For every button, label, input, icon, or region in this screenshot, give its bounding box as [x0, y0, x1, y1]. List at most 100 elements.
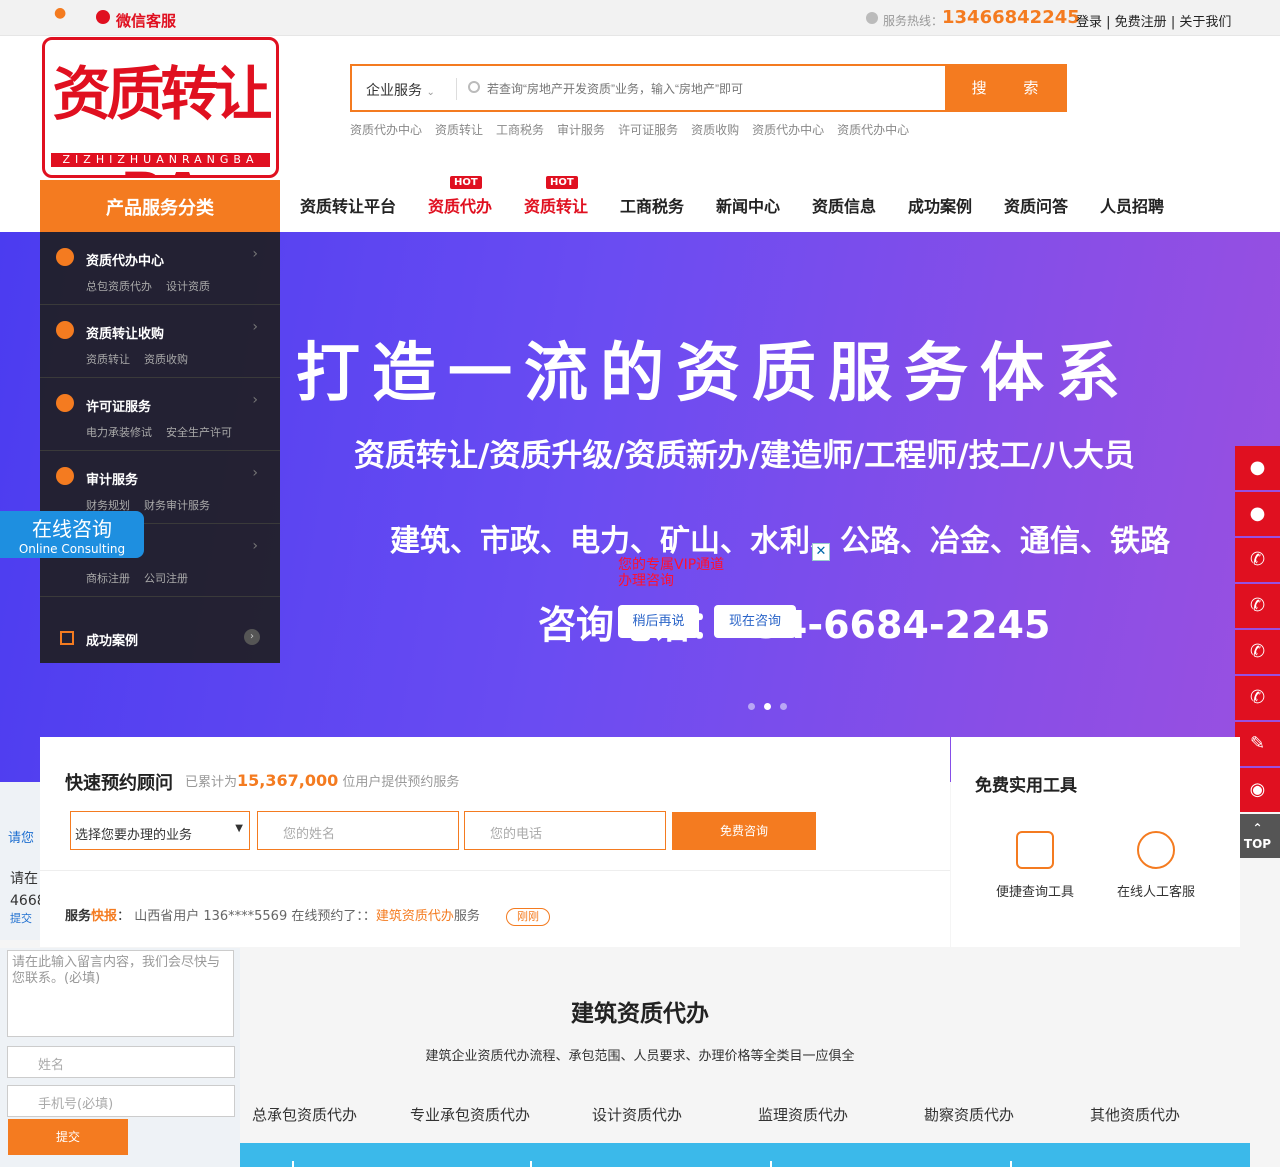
qq-icon[interactable]: ●	[1235, 446, 1280, 490]
hotword-link[interactable]: 资质代办中心	[837, 123, 909, 137]
tools-title: 免费实用工具	[975, 776, 1077, 796]
carousel-dot[interactable]	[780, 703, 787, 710]
site-logo[interactable]: 资质转让BA ZIZHIZHUANRANGBA	[42, 37, 279, 178]
banner-services: 资质转让/资质升级/资质新办/建造师/工程师/技工/八大员	[354, 438, 1135, 474]
phone-icon[interactable]: ✆	[1235, 584, 1280, 628]
search-button[interactable]: 搜 索	[945, 64, 1067, 112]
tab-general-contracting[interactable]: 总承包资质代办	[252, 1104, 357, 1125]
search-bar: 企业服务 ⌄ 搜 索	[350, 64, 1067, 112]
free-consult-button[interactable]: 免费咨询	[672, 812, 816, 850]
search-category-select[interactable]: 企业服务 ⌄	[366, 80, 435, 100]
search-icon	[468, 81, 480, 93]
customer-service-tool[interactable]: 在线人工客服	[1106, 831, 1206, 900]
nav-item[interactable]: HOT 资质转让	[524, 176, 588, 217]
submit-button[interactable]: 提交	[8, 1119, 128, 1155]
category-sub-link[interactable]: 公司注册	[144, 572, 188, 585]
register-link[interactable]: 免费注册	[1115, 15, 1167, 30]
widget-text: 请您	[8, 831, 35, 846]
category-item[interactable]: 资质转让收购 › 资质转让 资质收购	[40, 305, 280, 378]
wechat-service-link[interactable]: 微信客服	[116, 10, 176, 31]
nav-item[interactable]: 资质转让平台	[300, 193, 396, 217]
hotword-link[interactable]: 资质代办中心	[752, 123, 824, 137]
nav-item[interactable]: 成功案例	[908, 193, 972, 217]
audit-icon	[56, 467, 74, 485]
service-news-ticker: 服务快报： 山西省用户 136****5569 在线预约了：：建筑资质代办服务 …	[65, 905, 551, 926]
carousel-dots	[748, 699, 796, 714]
tab-survey[interactable]: 勘察资质代办	[924, 1104, 1014, 1125]
hotword-link[interactable]: 资质转让	[435, 123, 483, 137]
category-sub-link[interactable]: 设计资质	[166, 280, 210, 293]
phone-icon	[866, 12, 878, 24]
hotword-link[interactable]: 许可证服务	[618, 123, 678, 137]
agent-icon	[1137, 831, 1175, 869]
divider	[456, 78, 457, 100]
form-icon[interactable]: ✎	[1235, 722, 1280, 766]
phone-icon[interactable]: ✆	[1235, 630, 1280, 674]
search-input[interactable]	[487, 74, 937, 104]
category-sub-link[interactable]: 总包资质代办	[86, 280, 152, 293]
top-bar: ● 微信客服 服务热线： 13466842245 登录 | 免费注册 | 关于我…	[0, 0, 1280, 36]
widget-submit-link[interactable]: 提交	[10, 910, 32, 926]
query-tool[interactable]: 便捷查询工具	[985, 831, 1085, 900]
category-header: 产品服务分类	[40, 180, 280, 232]
location-icon[interactable]: ●	[54, 5, 66, 21]
about-link[interactable]: 关于我们	[1179, 15, 1231, 30]
booking-subtitle: 已累计为15,367,000 位用户提供预约服务	[185, 771, 460, 790]
banner-headline: 打造一流的资质服务体系	[296, 337, 1132, 411]
hotword-link[interactable]: 工商税务	[496, 123, 544, 137]
chevron-up-icon: ⌃	[1252, 821, 1263, 835]
category-sub-link[interactable]: 电力承装修试	[86, 426, 152, 439]
transfer-icon	[56, 321, 74, 339]
back-to-top-button[interactable]: ⌃ TOP	[1235, 814, 1280, 858]
tab-other[interactable]: 其他资质代办	[1090, 1104, 1180, 1125]
category-sub-link[interactable]: 安全生产许可	[166, 426, 232, 439]
success-cases-item[interactable]: 成功案例 ›	[40, 610, 280, 663]
phone-icon[interactable]: ✆	[1235, 538, 1280, 582]
chevron-right-icon: ›	[252, 538, 258, 554]
vip-popup-text: 您的专属VIP通道 办理咨询	[618, 557, 725, 589]
message-textarea[interactable]: 请在此输入留言内容，我们会尽快与您联系。(必填)	[7, 950, 234, 1037]
category-sub-link[interactable]: 资质收购	[144, 353, 188, 366]
nav-item[interactable]: 资质信息	[812, 193, 876, 217]
category-sub-link[interactable]: 商标注册	[86, 572, 130, 585]
nav-item[interactable]: 新闻中心	[716, 193, 780, 217]
category-sub-link[interactable]: 资质转让	[86, 353, 130, 366]
qq-icon[interactable]: ●	[1235, 492, 1280, 536]
later-button[interactable]: 稍后再说	[618, 605, 699, 638]
tab-design[interactable]: 设计资质代办	[592, 1104, 682, 1125]
section-title: 建筑资质代办	[571, 1001, 709, 1027]
phone-field[interactable]: 手机号(必填)	[7, 1085, 235, 1117]
category-item[interactable]: 许可证服务 › 电力承装修试 安全生产许可	[40, 378, 280, 451]
category-title: 资质代办中心	[86, 254, 165, 269]
divider	[40, 870, 950, 871]
hotword-link[interactable]: 资质代办中心	[350, 123, 422, 137]
online-consult-button[interactable]: 在线咨询 Online Consulting	[0, 511, 144, 558]
name-input[interactable]: 您的姓名	[257, 811, 459, 850]
nav-item[interactable]: 工商税务	[620, 193, 684, 217]
category-item[interactable]: 资质代办中心 › 总包资质代办 设计资质	[40, 232, 280, 305]
carousel-dot[interactable]	[748, 703, 755, 710]
login-link[interactable]: 登录	[1076, 15, 1102, 30]
phone-input[interactable]: 您的电话	[464, 811, 666, 850]
time-badge: 刚刚	[506, 908, 551, 926]
category-sub-link[interactable]: 财务审计服务	[144, 499, 210, 512]
carousel-dot[interactable]	[764, 703, 771, 710]
chevron-right-icon: ›	[252, 319, 258, 335]
consult-now-button[interactable]: 现在咨询	[714, 605, 796, 638]
free-tools-panel: 免费实用工具 便捷查询工具 在线人工客服	[951, 737, 1240, 947]
chevron-right-icon: ›	[252, 246, 258, 262]
phone-icon[interactable]: ✆	[1235, 676, 1280, 720]
wechat-icon[interactable]: ◉	[1235, 768, 1280, 812]
close-icon[interactable]: ✕	[812, 543, 830, 561]
tab-supervision[interactable]: 监理资质代办	[758, 1104, 848, 1125]
name-field[interactable]: 姓名	[7, 1046, 235, 1078]
tab-professional-contracting[interactable]: 专业承包资质代办	[410, 1104, 530, 1125]
category-title: 资质转让收购	[86, 327, 165, 342]
hotword-link[interactable]: 审计服务	[557, 123, 605, 137]
nav-item[interactable]: 资质问答	[1004, 193, 1068, 217]
nav-item[interactable]: 人员招聘	[1100, 193, 1164, 217]
license-icon	[56, 394, 74, 412]
hotword-link[interactable]: 资质收购	[691, 123, 739, 137]
business-select[interactable]: 选择您要办理的业务 ▼	[70, 811, 250, 850]
nav-item[interactable]: HOT 资质代办	[428, 176, 492, 217]
